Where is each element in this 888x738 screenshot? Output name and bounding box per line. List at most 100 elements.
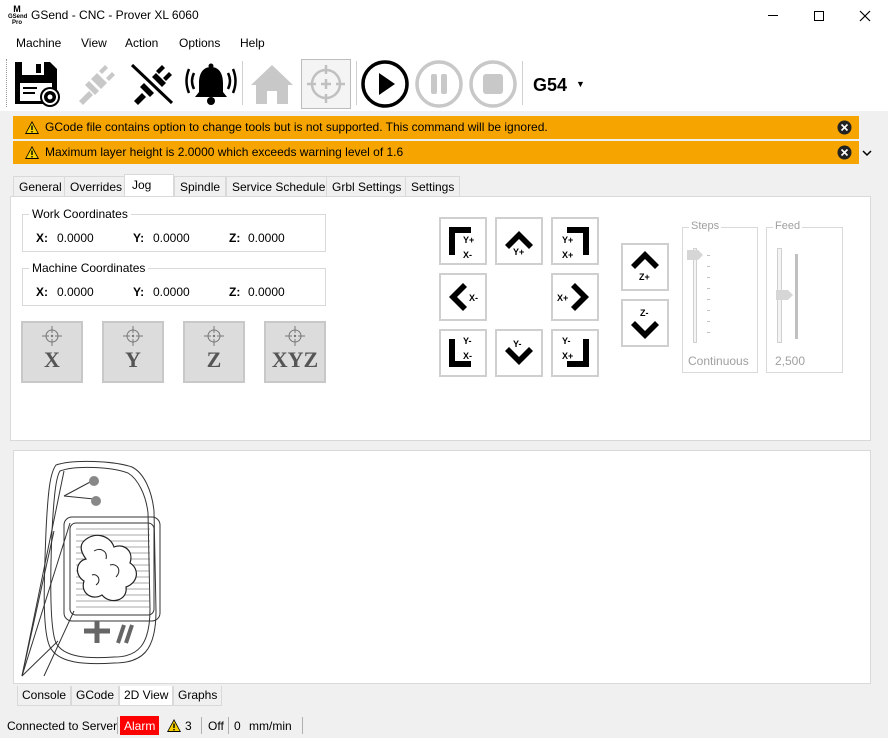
jog-label: Y+ (463, 235, 475, 245)
minimize-button[interactable] (750, 0, 796, 31)
toolbar-grip[interactable] (6, 59, 8, 107)
tab-service-schedule[interactable]: Service Schedule (226, 176, 332, 196)
work-x-label: X: (36, 231, 48, 245)
crosshair-icon (307, 65, 345, 103)
floppy-gear-icon (15, 62, 60, 107)
jog-label: Z+ (639, 272, 650, 282)
zero-x-button[interactable]: X (21, 321, 83, 383)
steps-slider-thumb[interactable] (687, 250, 703, 260)
stop-button[interactable] (467, 58, 519, 110)
house-icon (251, 65, 293, 104)
work-y-value: 0.0000 (153, 231, 190, 245)
jog-y-plus-x-minus-button[interactable]: Y+ X- (439, 217, 487, 265)
jog-y-plus-x-plus-button[interactable]: Y+ X+ (551, 217, 599, 265)
jog-label: Y+ (513, 247, 525, 257)
menu-bar: Machine View Action Options Help (0, 31, 888, 55)
maximize-button[interactable] (796, 0, 842, 31)
connection-status: Connected to Server (7, 719, 118, 733)
jog-y-minus-x-minus-button[interactable]: Y- X- (439, 329, 487, 377)
jog-label: X- (469, 293, 478, 303)
coordinate-system-dropdown[interactable]: G54 ▼ (533, 75, 585, 96)
toolbar-separator (242, 61, 243, 105)
menu-options[interactable]: Options (179, 36, 220, 50)
toolpath-2d-view[interactable] (13, 450, 871, 684)
jog-z-plus-button[interactable]: Z+ (621, 243, 669, 291)
tab-gcode[interactable]: GCode (71, 686, 120, 706)
jog-y-minus-button[interactable]: Y- (495, 329, 543, 377)
steps-title: Steps (689, 220, 722, 232)
warning-banner: GCode file contains option to change too… (13, 116, 859, 139)
arrow-down-right-icon (567, 339, 589, 367)
tab-overrides[interactable]: Overrides (64, 176, 129, 196)
probe-button[interactable] (301, 59, 351, 109)
toolbar-separator (356, 61, 357, 105)
home-button[interactable] (246, 58, 298, 110)
warning-icon (25, 146, 39, 159)
bell-icon (185, 63, 237, 105)
tab-grbl-settings[interactable]: Grbl Settings (326, 176, 408, 196)
warning-icon[interactable] (167, 719, 181, 732)
close-button[interactable] (842, 0, 888, 31)
toolbar-separator (522, 61, 523, 105)
disconnect-button[interactable] (125, 58, 177, 110)
connect-button[interactable] (70, 58, 122, 110)
machine-x-value: 0.0000 (57, 285, 94, 299)
menu-machine[interactable]: Machine (16, 36, 61, 50)
jog-y-minus-x-plus-button[interactable]: Y- X+ (551, 329, 599, 377)
warning-text: Maximum layer height is 2.0000 which exc… (45, 145, 404, 159)
machine-y-value: 0.0000 (153, 285, 190, 299)
chevron-down-icon (505, 347, 533, 365)
dismiss-warning-icon[interactable] (837, 145, 852, 160)
warning-banner: Maximum layer height is 2.0000 which exc… (13, 141, 859, 164)
work-z-label: Z: (229, 231, 241, 245)
menu-view[interactable]: View (81, 36, 107, 50)
tab-general[interactable]: General (13, 176, 68, 196)
chevron-down-icon: ▼ (576, 79, 585, 89)
warning-icon (25, 121, 39, 134)
tab-2d-view[interactable]: 2D View (119, 686, 174, 706)
zero-y-label: Y (125, 347, 141, 372)
pause-button[interactable] (413, 58, 465, 110)
jog-label: X+ (562, 351, 574, 361)
zero-xyz-button[interactable]: XYZ (264, 321, 326, 383)
tab-spindle[interactable]: Spindle (174, 176, 227, 196)
machine-z-label: Z: (229, 285, 241, 299)
dismiss-warning-icon[interactable] (837, 120, 852, 135)
tab-settings[interactable]: Settings (405, 176, 461, 196)
tab-console[interactable]: Console (17, 686, 72, 706)
window-title: GSend - CNC - Prover XL 6060 (31, 8, 199, 22)
work-x-value: 0.0000 (57, 231, 94, 245)
feed-slider-thumb[interactable] (776, 290, 793, 300)
jog-label: X- (463, 250, 472, 260)
status-separator (228, 717, 229, 734)
zero-x-label: X (44, 347, 60, 372)
crosshair-icon (285, 326, 305, 346)
feed-rate-unit: mm/min (249, 719, 292, 733)
chevron-down-icon (862, 150, 872, 157)
save-settings-button[interactable] (11, 58, 63, 110)
play-icon (361, 60, 409, 108)
jog-label: X+ (562, 250, 574, 260)
menu-action[interactable]: Action (125, 36, 158, 50)
menu-help[interactable]: Help (240, 36, 265, 50)
status-separator (117, 717, 118, 734)
zero-y-button[interactable]: Y (102, 321, 164, 383)
jog-z-minus-button[interactable]: Z- (621, 299, 669, 347)
run-button[interactable] (359, 58, 411, 110)
jog-x-minus-button[interactable]: X- (439, 273, 487, 321)
jog-x-plus-button[interactable]: X+ (551, 273, 599, 321)
jog-label: Y- (463, 336, 472, 346)
crosshair-icon (204, 326, 224, 346)
warning-count: 3 (185, 719, 192, 733)
tab-graphs[interactable]: Graphs (173, 686, 223, 706)
maximize-icon (814, 10, 824, 21)
tab-jog[interactable]: Jog (124, 174, 174, 196)
title-bar: M GSend Pro GSend - CNC - Prover XL 6060 (0, 0, 888, 31)
jog-y-plus-button[interactable]: Y+ (495, 217, 543, 265)
crosshair-icon (42, 326, 62, 346)
zero-z-button[interactable]: Z (183, 321, 245, 383)
alarm-button[interactable] (185, 58, 237, 110)
expand-warnings-button[interactable] (862, 146, 872, 160)
jog-label: Y+ (562, 235, 574, 245)
machine-state-badge: Alarm (120, 716, 160, 735)
